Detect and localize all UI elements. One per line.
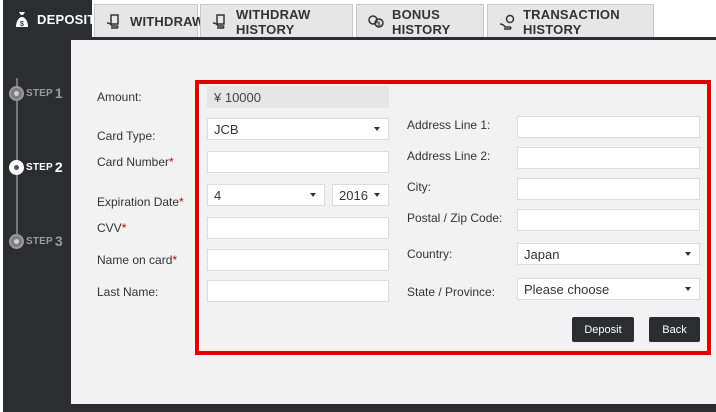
cvv-label: CVV* bbox=[97, 221, 126, 235]
money-bag-icon: $ bbox=[14, 10, 30, 30]
card-number-label-text: Card Number bbox=[97, 155, 170, 169]
coins-icon: $ bbox=[367, 12, 385, 32]
required-mark: * bbox=[121, 221, 127, 235]
svg-text:$: $ bbox=[377, 22, 381, 28]
step-3-label: STEP bbox=[26, 235, 53, 247]
step-3-dot-icon bbox=[9, 233, 24, 249]
required-mark: * bbox=[179, 195, 184, 209]
tab-withdraw-history-label: WITHDRAW HISTORY bbox=[236, 6, 311, 37]
step-3: STEP 3 bbox=[9, 233, 63, 249]
tab-transaction-history-label: TRANSACTION HISTORY bbox=[523, 6, 620, 37]
name-on-card-label: Name on card* bbox=[97, 253, 177, 267]
step-2: STEP 2 bbox=[9, 159, 63, 175]
required-mark: * bbox=[172, 253, 178, 267]
tab-withdraw-history[interactable]: WITHDRAW HISTORY bbox=[200, 4, 353, 38]
tab-bonus-history-label: BONUS HISTORY bbox=[392, 6, 451, 37]
step-2-dot-icon bbox=[9, 159, 24, 175]
step-1-label: STEP bbox=[26, 87, 53, 99]
step-2-label: STEP bbox=[26, 161, 53, 173]
tab-bonus-history[interactable]: $ BONUS HISTORY bbox=[356, 4, 484, 38]
tab-transaction-history[interactable]: TRANSACTION HISTORY bbox=[487, 4, 654, 38]
expiration-date-label: Expiration Date* bbox=[97, 195, 184, 209]
last-name-label: Last Name: bbox=[97, 285, 159, 299]
step-3-number: 3 bbox=[54, 233, 63, 249]
svg-text:$: $ bbox=[20, 21, 24, 28]
hand-money-icon bbox=[105, 12, 123, 32]
step-2-number: 2 bbox=[54, 159, 63, 175]
expiration-date-label-text: Expiration Date bbox=[97, 195, 180, 209]
required-mark: * bbox=[169, 155, 174, 169]
hand-cash-icon bbox=[498, 12, 516, 32]
tab-withdraw-label: WITHDRAW bbox=[130, 14, 205, 29]
tab-deposit[interactable]: $ DEPOSIT bbox=[3, 0, 96, 38]
highlight-box bbox=[195, 80, 711, 355]
tab-deposit-label: DEPOSIT bbox=[37, 12, 96, 27]
tab-bar: $ DEPOSIT WITHDRAW WITHDRAW HISTORY $ BO… bbox=[0, 0, 716, 38]
active-step-pointer-icon bbox=[71, 158, 80, 176]
hand-money-icon bbox=[211, 12, 229, 32]
cvv-label-text: CVV bbox=[97, 221, 122, 235]
tab-withdraw[interactable]: WITHDRAW bbox=[94, 4, 204, 38]
card-type-label: Card Type: bbox=[97, 129, 156, 143]
name-on-card-label-text: Name on card bbox=[97, 253, 173, 267]
step-1: STEP 1 bbox=[9, 85, 63, 101]
step-1-dot-icon bbox=[9, 85, 24, 101]
step-1-number: 1 bbox=[54, 85, 63, 101]
card-number-label: Card Number* bbox=[97, 155, 174, 169]
amount-label: Amount: bbox=[97, 90, 142, 104]
